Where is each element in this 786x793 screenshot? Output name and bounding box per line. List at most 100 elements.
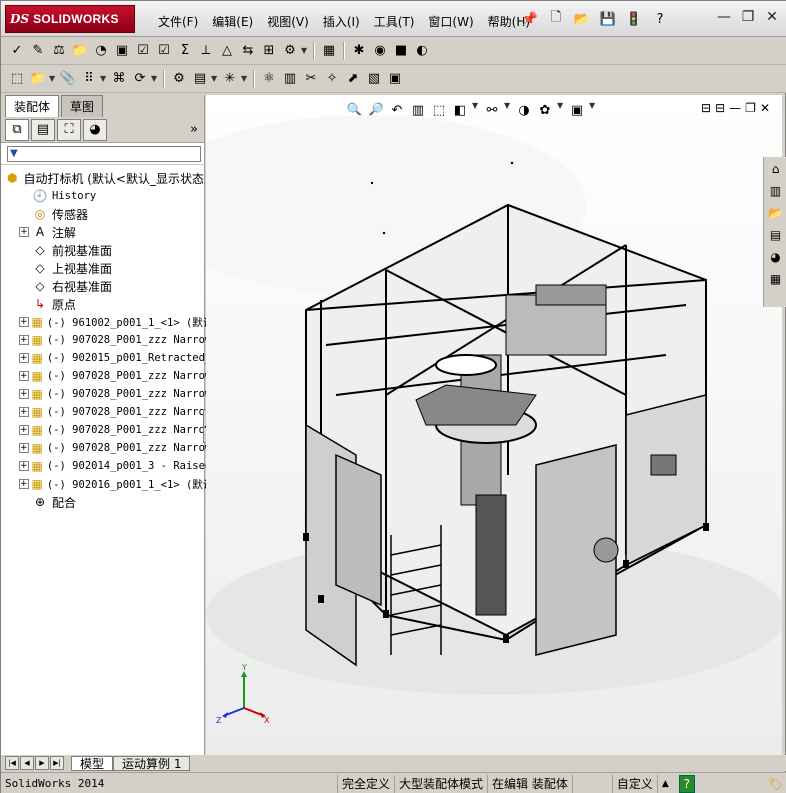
filter-icon[interactable]: ▼: [10, 148, 18, 159]
solidworks-logo[interactable]: DS SOLIDWORKS: [5, 5, 135, 33]
explode-icon[interactable]: ▤: [190, 69, 210, 89]
edit-component-icon[interactable]: ✎: [28, 41, 48, 61]
performance-icon[interactable]: ◔: [91, 41, 111, 61]
save-icon[interactable]: 💾: [597, 9, 619, 29]
display-manager-icon[interactable]: ◕: [83, 118, 107, 141]
expand-panel-arrow[interactable]: »: [190, 122, 198, 137]
appearance-icon[interactable]: ◐: [412, 41, 432, 61]
tree-root[interactable]: ⬢ 自动打标机 (默认<默认_显示状态: [1, 169, 204, 187]
tree-item[interactable]: + ▦ (-) 902015_p001_Retracted_1: [1, 349, 218, 367]
menu-window[interactable]: 窗口(W): [421, 11, 480, 32]
measure-icon[interactable]: ⟂: [196, 41, 216, 61]
instant3d-icon[interactable]: ✂: [301, 69, 321, 89]
chevron-down-icon[interactable]: ▼: [151, 74, 159, 83]
status-units-caret[interactable]: ▲: [656, 774, 673, 793]
custom-properties-icon[interactable]: ▦: [766, 269, 786, 289]
minimize-icon[interactable]: —: [713, 7, 735, 27]
compare-icon[interactable]: ■: [391, 41, 411, 61]
help-icon[interactable]: ?: [649, 9, 671, 29]
checkbox-icon[interactable]: ☑: [154, 41, 174, 61]
prev-tab-icon[interactable]: ◀: [20, 756, 34, 770]
tree-item[interactable]: + ▦ (-) 961002_p001_1_<1> (默认: [1, 313, 213, 331]
table-icon[interactable]: ▦: [319, 41, 339, 61]
new-part-icon[interactable]: 📁: [28, 69, 48, 89]
check-icon[interactable]: ⊞: [259, 41, 279, 61]
tree-item[interactable]: ◇ 上视基准面: [1, 259, 204, 277]
expand-icon[interactable]: +: [19, 425, 29, 435]
expand-icon[interactable]: +: [19, 335, 29, 345]
menu-view[interactable]: 视图(V): [260, 11, 316, 32]
menu-insert[interactable]: 插入(I): [316, 11, 367, 32]
tree-item[interactable]: + ▦ (-) 907028_P001_zzz Narrow: [1, 421, 211, 439]
section-icon[interactable]: ⇆: [238, 41, 258, 61]
expand-icon[interactable]: +: [19, 227, 29, 237]
chevron-down-icon[interactable]: ▼: [241, 74, 249, 83]
expand-icon[interactable]: +: [19, 443, 29, 453]
frame-icon[interactable]: ▣: [385, 69, 405, 89]
smart-fastener-icon[interactable]: ⚙: [169, 69, 189, 89]
exploded-view-icon[interactable]: ▥: [280, 69, 300, 89]
large-design-review-icon[interactable]: ▧: [364, 69, 384, 89]
expand-icon[interactable]: +: [19, 479, 29, 489]
tab-sketch[interactable]: 草图: [61, 95, 104, 117]
first-tab-icon[interactable]: |◀: [5, 756, 19, 770]
status-help-icon[interactable]: ?: [678, 774, 695, 793]
mass-properties-icon[interactable]: △: [217, 41, 237, 61]
tree-item[interactable]: 🕘 History: [1, 187, 204, 205]
assembly-model[interactable]: [206, 95, 782, 755]
hole-align-icon[interactable]: ◉: [370, 41, 390, 61]
tab-model[interactable]: 模型: [71, 755, 114, 771]
chevron-down-icon[interactable]: ▼: [301, 46, 309, 55]
next-tab-icon[interactable]: ▶: [35, 756, 49, 770]
restore-icon[interactable]: ❐: [737, 7, 759, 27]
view-palette-icon[interactable]: ▤: [766, 225, 786, 245]
spellcheck-icon[interactable]: ✓: [7, 41, 27, 61]
tree-item[interactable]: ◎ 传感器: [1, 205, 204, 223]
design-library-icon[interactable]: ▥: [766, 181, 786, 201]
tree-item[interactable]: + ▦ (-) 907028_P001_zzz Narrow: [1, 331, 211, 349]
bill-of-materials-icon[interactable]: ⚛: [259, 69, 279, 89]
status-tag-icon[interactable]: 🏷: [764, 775, 786, 793]
tree-item[interactable]: ↳ 原点: [1, 295, 204, 313]
tree-item[interactable]: + A 注解: [1, 223, 204, 241]
tab-assembly[interactable]: 装配体: [5, 95, 60, 117]
balance-icon[interactable]: ⚖: [49, 41, 69, 61]
status-units[interactable]: 自定义: [611, 774, 657, 793]
chevron-down-icon[interactable]: ▼: [211, 74, 219, 83]
expand-icon[interactable]: +: [19, 371, 29, 381]
property-manager-icon[interactable]: ▤: [31, 118, 55, 141]
expand-icon[interactable]: +: [19, 353, 29, 363]
tree-item[interactable]: + ▦ (-) 902016_p001_1_<1> (默认: [1, 475, 213, 493]
clearance-icon[interactable]: ✱: [349, 41, 369, 61]
mate-icon[interactable]: 📎: [58, 69, 78, 89]
tree-item[interactable]: + ▦ (-) 907028_P001_zzz Narrow: [1, 367, 211, 385]
menu-tools[interactable]: 工具(T): [367, 11, 422, 32]
tree-item[interactable]: + ▦ (-) 907028_P001_zzz Narrow: [1, 385, 211, 403]
expand-icon[interactable]: +: [19, 407, 29, 417]
home-icon[interactable]: ⌂: [766, 159, 786, 179]
folder-icon[interactable]: 📁: [70, 41, 90, 61]
rotate-component-icon[interactable]: ⟳: [130, 69, 150, 89]
sum-icon[interactable]: Σ: [175, 41, 195, 61]
tree-item[interactable]: + ▦ (-) 907028_P001_zzz Narrow: [1, 403, 211, 421]
interference-icon[interactable]: ⚙: [280, 41, 300, 61]
tree-item[interactable]: + ▦ (-) 902014_p001_3 - Raised: [1, 457, 211, 475]
feature-manager-icon[interactable]: ⧉: [5, 118, 29, 141]
graphics-area[interactable]: 🔍 🔎 ↶ ▥ ⬚ ◧ ▼ ⚯ ▼ ◑ ✿ ▼ ▣ ▼ ⊟ ⊟ — ❐ ✕ Y …: [206, 95, 782, 755]
tree-item[interactable]: + ▦ (-) 907028_P001_zzz Narrow: [1, 439, 211, 457]
filter-input[interactable]: ▼: [7, 145, 201, 162]
component-icon[interactable]: ▣: [112, 41, 132, 61]
rebuild-icon[interactable]: 🚦: [623, 9, 645, 29]
file-explorer-icon[interactable]: 📂: [766, 203, 786, 223]
tree-item[interactable]: ⊕ 配合: [1, 493, 204, 511]
chevron-down-icon[interactable]: ▼: [100, 74, 108, 83]
menu-file[interactable]: 文件(F): [151, 11, 205, 32]
chevron-down-icon[interactable]: ▼: [49, 74, 57, 83]
pattern-icon[interactable]: ⠿: [79, 69, 99, 89]
close-icon[interactable]: ✕: [761, 7, 783, 27]
tree-item[interactable]: ◇ 前视基准面: [1, 241, 204, 259]
expand-icon[interactable]: +: [19, 461, 29, 471]
menu-edit[interactable]: 编辑(E): [205, 11, 260, 32]
last-tab-icon[interactable]: ▶|: [50, 756, 64, 770]
sketch-icon[interactable]: ⬈: [343, 69, 363, 89]
